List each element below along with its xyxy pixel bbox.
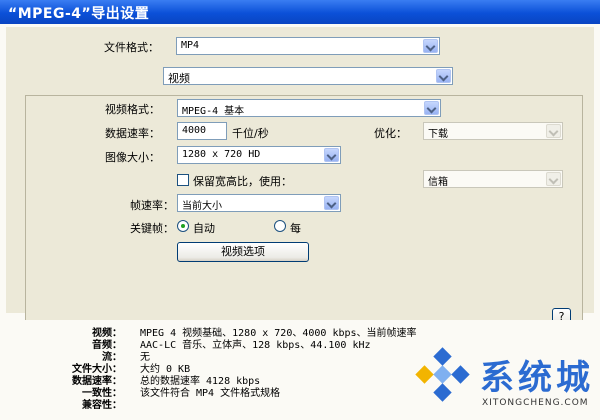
file-format-value: MP4 [181, 40, 200, 51]
preserve-aspect-checkbox[interactable] [177, 174, 189, 186]
optimize-label: 优化： [374, 127, 407, 140]
data-rate-label: 数据速率： [105, 127, 160, 140]
title-bar[interactable]: “MPEG-4”导出设置 [0, 0, 600, 24]
watermark-logo-icon [415, 365, 434, 384]
chevron-down-icon[interactable] [423, 39, 438, 53]
chevron-down-icon[interactable] [424, 101, 439, 115]
frame-rate-label: 帧速率： [130, 199, 174, 212]
keyframe-auto-label: 自动 [193, 222, 215, 235]
chevron-down-icon[interactable] [436, 69, 451, 83]
frame-rate-select[interactable]: 当前大小 [177, 194, 341, 212]
watermark: 系统城 XITONGCHENG.COM [408, 347, 600, 420]
video-options-button[interactable]: 视频选项 [177, 242, 309, 262]
video-settings-group: 视频格式： MPEG-4 基本 数据速率： 4000 千位/秒 优化： 下载 图… [25, 95, 583, 331]
image-size-label: 图像大小： [105, 151, 160, 164]
image-size-value: 1280 x 720 HD [182, 149, 261, 160]
watermark-logo-icon [451, 365, 470, 384]
image-size-select[interactable]: 1280 x 720 HD [177, 146, 341, 164]
watermark-text: 系统城 [480, 358, 594, 398]
video-format-value: MPEG-4 基本 [182, 106, 245, 117]
preserve-aspect-label: 保留宽高比，使用： [193, 175, 292, 188]
keyframe-every-radio[interactable] [274, 220, 286, 232]
chevron-down-icon[interactable] [546, 172, 561, 186]
chevron-down-icon[interactable] [324, 148, 339, 162]
video-format-label: 视频格式： [105, 103, 160, 116]
watermark-url: XITONGCHENG.COM [482, 398, 589, 408]
watermark-logo-icon [433, 383, 452, 402]
window-title: “MPEG-4”导出设置 [8, 6, 150, 22]
aspect-mode-select[interactable]: 信箱 [423, 170, 563, 188]
aspect-mode-value: 信箱 [428, 177, 448, 188]
chevron-down-icon[interactable] [324, 196, 339, 210]
summary-row: 音频： AAC-LC 音乐、立体声、128 kbps、44.100 kHz [92, 340, 371, 351]
watermark-logo-icon [433, 365, 452, 384]
file-format-select[interactable]: MP4 [176, 37, 440, 55]
keyframe-every-label: 每 [290, 222, 301, 235]
data-rate-unit: 千位/秒 [232, 127, 269, 140]
keyframe-label: 关键帧： [130, 222, 174, 235]
watermark-logo-icon [433, 347, 452, 366]
chevron-down-icon[interactable] [546, 124, 561, 138]
data-rate-input[interactable]: 4000 [177, 122, 227, 140]
file-format-label: 文件格式： [104, 41, 159, 54]
optimize-select[interactable]: 下载 [423, 122, 563, 140]
frame-rate-value: 当前大小 [182, 201, 222, 212]
summary-row: 视频： MPEG 4 视频基础、1280 x 720、4000 kbps、当前帧速… [92, 328, 417, 339]
section-value: 视频 [168, 72, 190, 85]
keyframe-auto-radio[interactable] [177, 220, 189, 232]
video-format-select[interactable]: MPEG-4 基本 [177, 99, 441, 117]
optimize-value: 下载 [428, 129, 448, 140]
section-select[interactable]: 视频 [163, 67, 453, 85]
settings-panel: 文件格式： MP4 视频 视频格式： MPEG-4 基本 数据速率： 4000 … [6, 27, 594, 331]
